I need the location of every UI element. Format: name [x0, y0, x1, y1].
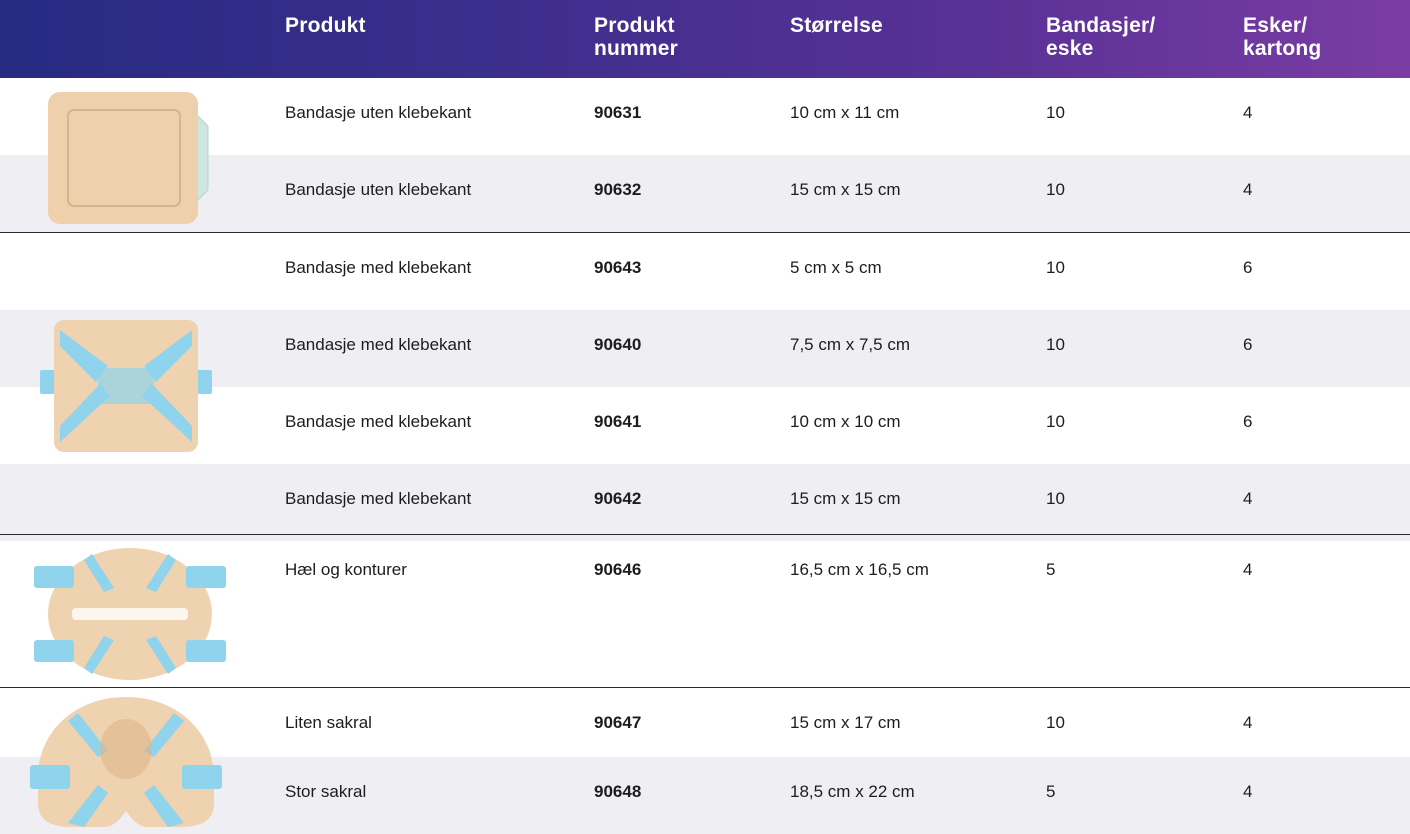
cell-produkt: Bandasje med klebekant	[285, 335, 472, 354]
header-esker-line2: kartong	[1243, 37, 1322, 60]
cell-nummer: 90632	[594, 180, 642, 199]
cell-produkt: Bandasje med klebekant	[285, 489, 472, 508]
cell-produkt: Hæl og konturer	[285, 560, 407, 579]
cell-nummer: 90640	[594, 335, 642, 354]
cell-bandasjer: 10	[1046, 103, 1065, 122]
cell-storrelse: 15 cm x 15 cm	[790, 180, 901, 199]
cell-bandasjer: 10	[1046, 489, 1065, 508]
cell-storrelse: 7,5 cm x 7,5 cm	[790, 335, 910, 354]
cell-nummer: 90648	[594, 782, 642, 801]
cell-produkt: Liten sakral	[285, 713, 372, 732]
cell-esker: 6	[1243, 258, 1253, 277]
header-produkt-nummer-line2: nummer	[594, 37, 679, 60]
cell-storrelse: 18,5 cm x 22 cm	[790, 782, 915, 801]
header-storrelse: Størrelse	[790, 14, 883, 37]
cell-nummer: 90631	[594, 103, 642, 122]
cell-esker: 4	[1243, 560, 1253, 579]
sacral-dressing-image	[30, 697, 222, 827]
table-header: Produkt Produkt nummer Størrelse Bandasj…	[0, 0, 1410, 78]
cell-nummer: 90641	[594, 412, 642, 431]
cell-bandasjer: 5	[1046, 560, 1056, 579]
table-row: Bandasje med klebekant 90643 5 cm x 5 cm…	[0, 233, 1410, 310]
header-produkt-nummer: Produkt nummer	[594, 14, 678, 60]
cell-produkt: Bandasje med klebekant	[285, 412, 472, 431]
header-produkt: Produkt	[285, 14, 366, 37]
cell-bandasjer: 10	[1046, 180, 1065, 199]
cell-nummer: 90642	[594, 489, 642, 508]
header-esker-line1: Esker/	[1243, 14, 1308, 37]
cell-bandasjer: 5	[1046, 782, 1056, 801]
header-bandasjer: Bandasjer/ eske	[1046, 14, 1155, 60]
cell-bandasjer: 10	[1046, 412, 1065, 431]
header-storrelse-label: Størrelse	[790, 14, 883, 37]
cell-nummer: 90647	[594, 713, 642, 732]
cell-storrelse: 16,5 cm x 16,5 cm	[790, 560, 929, 579]
heel-contour-dressing-image	[34, 548, 226, 680]
cell-esker: 4	[1243, 713, 1253, 732]
cell-bandasjer: 10	[1046, 335, 1065, 354]
header-produkt-label: Produkt	[285, 14, 366, 37]
cell-esker: 4	[1243, 489, 1253, 508]
table-row: Bandasje med klebekant 90642 15 cm x 15 …	[0, 464, 1410, 541]
cell-produkt: Bandasje med klebekant	[285, 258, 472, 277]
cell-storrelse: 5 cm x 5 cm	[790, 258, 882, 277]
cell-produkt: Bandasje uten klebekant	[285, 103, 472, 122]
cell-esker: 6	[1243, 412, 1253, 431]
cell-storrelse: 15 cm x 17 cm	[790, 713, 901, 732]
cell-esker: 6	[1243, 335, 1253, 354]
header-produkt-nummer-line1: Produkt	[594, 14, 675, 37]
cell-nummer: 90643	[594, 258, 642, 277]
cell-nummer: 90646	[594, 560, 642, 579]
cell-esker: 4	[1243, 103, 1253, 122]
header-bandasjer-line1: Bandasjer/	[1046, 14, 1156, 37]
cell-produkt: Stor sakral	[285, 782, 367, 801]
cell-esker: 4	[1243, 782, 1253, 801]
cell-storrelse: 10 cm x 11 cm	[790, 103, 900, 122]
cell-bandasjer: 10	[1046, 713, 1065, 732]
header-esker: Esker/ kartong	[1243, 14, 1321, 60]
cell-storrelse: 15 cm x 15 cm	[790, 489, 901, 508]
header-bandasjer-line2: eske	[1046, 37, 1094, 60]
cell-esker: 4	[1243, 180, 1253, 199]
cell-produkt: Bandasje uten klebekant	[285, 180, 472, 199]
cell-bandasjer: 10	[1046, 258, 1065, 277]
dressing-non-adhesive-image	[48, 92, 209, 224]
cell-storrelse: 10 cm x 10 cm	[790, 412, 901, 431]
dressing-adhesive-border-image	[40, 320, 212, 452]
